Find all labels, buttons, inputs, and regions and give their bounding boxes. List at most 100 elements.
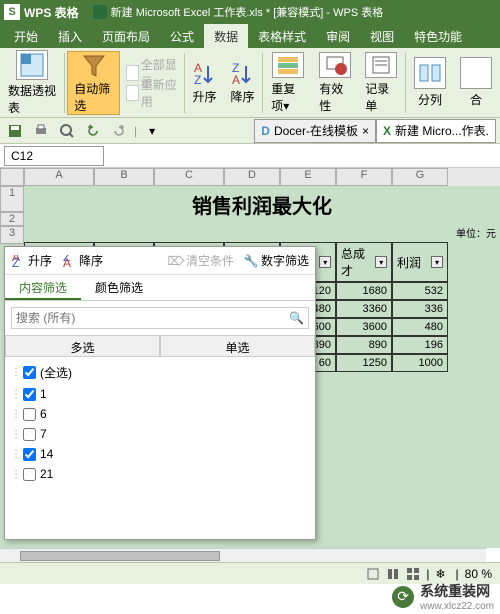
filter-dropdown-icon[interactable]: ▾ bbox=[375, 256, 387, 268]
reapply-button[interactable]: 重新应用 bbox=[122, 83, 182, 103]
pivot-table-button[interactable]: 数据透视表 bbox=[2, 51, 62, 115]
view-normal-icon[interactable] bbox=[366, 567, 380, 581]
merge-label: 合 bbox=[470, 91, 482, 108]
docer-label: Docer-在线模板 bbox=[274, 122, 358, 139]
close-icon[interactable]: × bbox=[362, 124, 369, 138]
data-cell[interactable]: 532 bbox=[392, 282, 448, 300]
content-filter-tab[interactable]: 内容筛选 bbox=[5, 275, 81, 300]
menu-insert[interactable]: 插入 bbox=[48, 24, 92, 49]
docer-tab[interactable]: D Docer-在线模板 × bbox=[254, 119, 376, 143]
data-cell[interactable]: 1250 bbox=[336, 354, 392, 372]
menu-view[interactable]: 视图 bbox=[360, 24, 404, 49]
multi-select-mode[interactable]: 多选 bbox=[5, 335, 160, 357]
workbook-tab[interactable]: X 新建 Micro...作表. bbox=[376, 119, 496, 143]
split-button[interactable]: 分列 bbox=[408, 51, 452, 115]
qat-dropdown[interactable]: ▾ bbox=[141, 121, 163, 141]
col-header-d[interactable]: D bbox=[224, 168, 280, 186]
name-box[interactable]: C12 bbox=[4, 146, 104, 166]
select-all-corner[interactable] bbox=[0, 168, 24, 186]
separator bbox=[64, 53, 65, 113]
scroll-thumb[interactable] bbox=[20, 551, 220, 561]
filter-checkbox[interactable] bbox=[23, 408, 36, 421]
filter-checkbox[interactable] bbox=[23, 448, 36, 461]
filter-search-box[interactable]: 🔍 bbox=[11, 307, 309, 329]
filter-checkbox[interactable] bbox=[23, 468, 36, 481]
menu-review[interactable]: 审阅 bbox=[316, 24, 360, 49]
save-button[interactable] bbox=[4, 121, 26, 141]
col-header-c[interactable]: C bbox=[154, 168, 224, 186]
separator bbox=[262, 53, 263, 113]
workbook-label: 新建 Micro...作表. bbox=[395, 122, 489, 139]
filter-item[interactable]: ⋮6 bbox=[11, 404, 309, 424]
row-header-3[interactable]: 3 bbox=[0, 226, 24, 244]
duplicates-button[interactable]: 重复项▾ bbox=[265, 51, 311, 115]
filter-checkbox[interactable] bbox=[23, 366, 36, 379]
filter-checkbox[interactable] bbox=[23, 428, 36, 441]
single-select-mode[interactable]: 单选 bbox=[160, 335, 315, 357]
col-header-b[interactable]: B bbox=[94, 168, 154, 186]
color-filter-tab[interactable]: 颜色筛选 bbox=[81, 275, 157, 300]
print-button[interactable] bbox=[30, 121, 52, 141]
undo-button[interactable] bbox=[82, 121, 104, 141]
watermark-icon: ⟳ bbox=[392, 586, 414, 608]
search-icon[interactable]: 🔍 bbox=[289, 311, 304, 325]
autofilter-button[interactable]: 自动筛选 bbox=[67, 51, 120, 115]
title-bar: S WPS 表格 新建 Microsoft Excel 工作表.xls * [兼… bbox=[0, 0, 500, 24]
pivot-icon bbox=[16, 50, 48, 80]
filter-sort-desc-button[interactable]: ZA降序 bbox=[62, 252, 103, 269]
validation-button[interactable]: 有效性 bbox=[313, 51, 357, 115]
record-button[interactable]: 记录单 bbox=[359, 51, 403, 115]
record-icon bbox=[365, 52, 397, 78]
data-cell[interactable]: 480 bbox=[392, 318, 448, 336]
filter-item[interactable]: ⋮14 bbox=[11, 444, 309, 464]
filter-dropdown-icon[interactable]: ▾ bbox=[431, 256, 443, 268]
freeze-icon[interactable]: ❄ bbox=[436, 567, 450, 581]
filter-item[interactable]: ⋮1 bbox=[11, 384, 309, 404]
filter-item-list: ⋮(全选)⋮1⋮6⋮7⋮14⋮21 bbox=[5, 357, 315, 488]
filter-dropdown-icon[interactable]: ▾ bbox=[319, 256, 331, 268]
menu-data[interactable]: 数据 bbox=[204, 24, 248, 49]
split-label: 分列 bbox=[418, 91, 442, 108]
filter-item[interactable]: ⋮(全选) bbox=[11, 361, 309, 384]
menu-tablestyle[interactable]: 表格样式 bbox=[248, 24, 316, 49]
filter-number-button[interactable]: 🔧数字筛选 bbox=[244, 252, 309, 269]
sort-asc-button[interactable]: AZ 升序 bbox=[186, 51, 222, 115]
merge-button[interactable]: 合 bbox=[454, 51, 498, 115]
data-cell[interactable]: 336 bbox=[392, 300, 448, 318]
data-cell[interactable]: 3360 bbox=[336, 300, 392, 318]
col-header-g[interactable]: G bbox=[392, 168, 448, 186]
filter-sort-asc-button[interactable]: AZ升序 bbox=[11, 252, 52, 269]
filter-checkbox[interactable] bbox=[23, 388, 36, 401]
col-header-a[interactable]: A bbox=[24, 168, 94, 186]
zoom-level[interactable]: 80 % bbox=[465, 567, 492, 581]
data-cell[interactable]: 1680 bbox=[336, 282, 392, 300]
col-header-e[interactable]: E bbox=[280, 168, 336, 186]
sort-desc-icon: ZA bbox=[62, 254, 76, 268]
filter-search-input[interactable] bbox=[16, 311, 289, 325]
view-break-icon[interactable] bbox=[406, 567, 420, 581]
filter-clear-button[interactable]: ⌦清空条件 bbox=[169, 252, 234, 269]
menu-special[interactable]: 特色功能 bbox=[404, 24, 472, 49]
menu-start[interactable]: 开始 bbox=[4, 24, 48, 49]
data-cell[interactable]: 1000 bbox=[392, 354, 448, 372]
redo-button[interactable] bbox=[108, 121, 130, 141]
col-header-f[interactable]: F bbox=[336, 168, 392, 186]
filter-item[interactable]: ⋮7 bbox=[11, 424, 309, 444]
data-cell[interactable]: 890 bbox=[336, 336, 392, 354]
watermark: ⟳ 系统重装网 www.xlcz22.com bbox=[392, 581, 494, 612]
menu-layout[interactable]: 页面布局 bbox=[92, 24, 160, 49]
row-header-2[interactable]: 2 bbox=[0, 212, 24, 226]
sort-desc-button[interactable]: ZA 降序 bbox=[224, 51, 260, 115]
row-header-1[interactable]: 1 bbox=[0, 186, 24, 212]
drag-handle-icon: ⋮ bbox=[11, 367, 19, 378]
view-page-icon[interactable] bbox=[386, 567, 400, 581]
filter-item[interactable]: ⋮21 bbox=[11, 464, 309, 484]
data-cell[interactable]: 3600 bbox=[336, 318, 392, 336]
header-profit[interactable]: 利润▾ bbox=[392, 242, 448, 282]
menu-formula[interactable]: 公式 bbox=[160, 24, 204, 49]
header-totalcost[interactable]: 总成才▾ bbox=[336, 242, 392, 282]
preview-button[interactable] bbox=[56, 121, 78, 141]
horizontal-scrollbar[interactable] bbox=[0, 548, 486, 562]
data-cell[interactable]: 196 bbox=[392, 336, 448, 354]
watermark-text: 系统重装网 bbox=[420, 581, 494, 601]
